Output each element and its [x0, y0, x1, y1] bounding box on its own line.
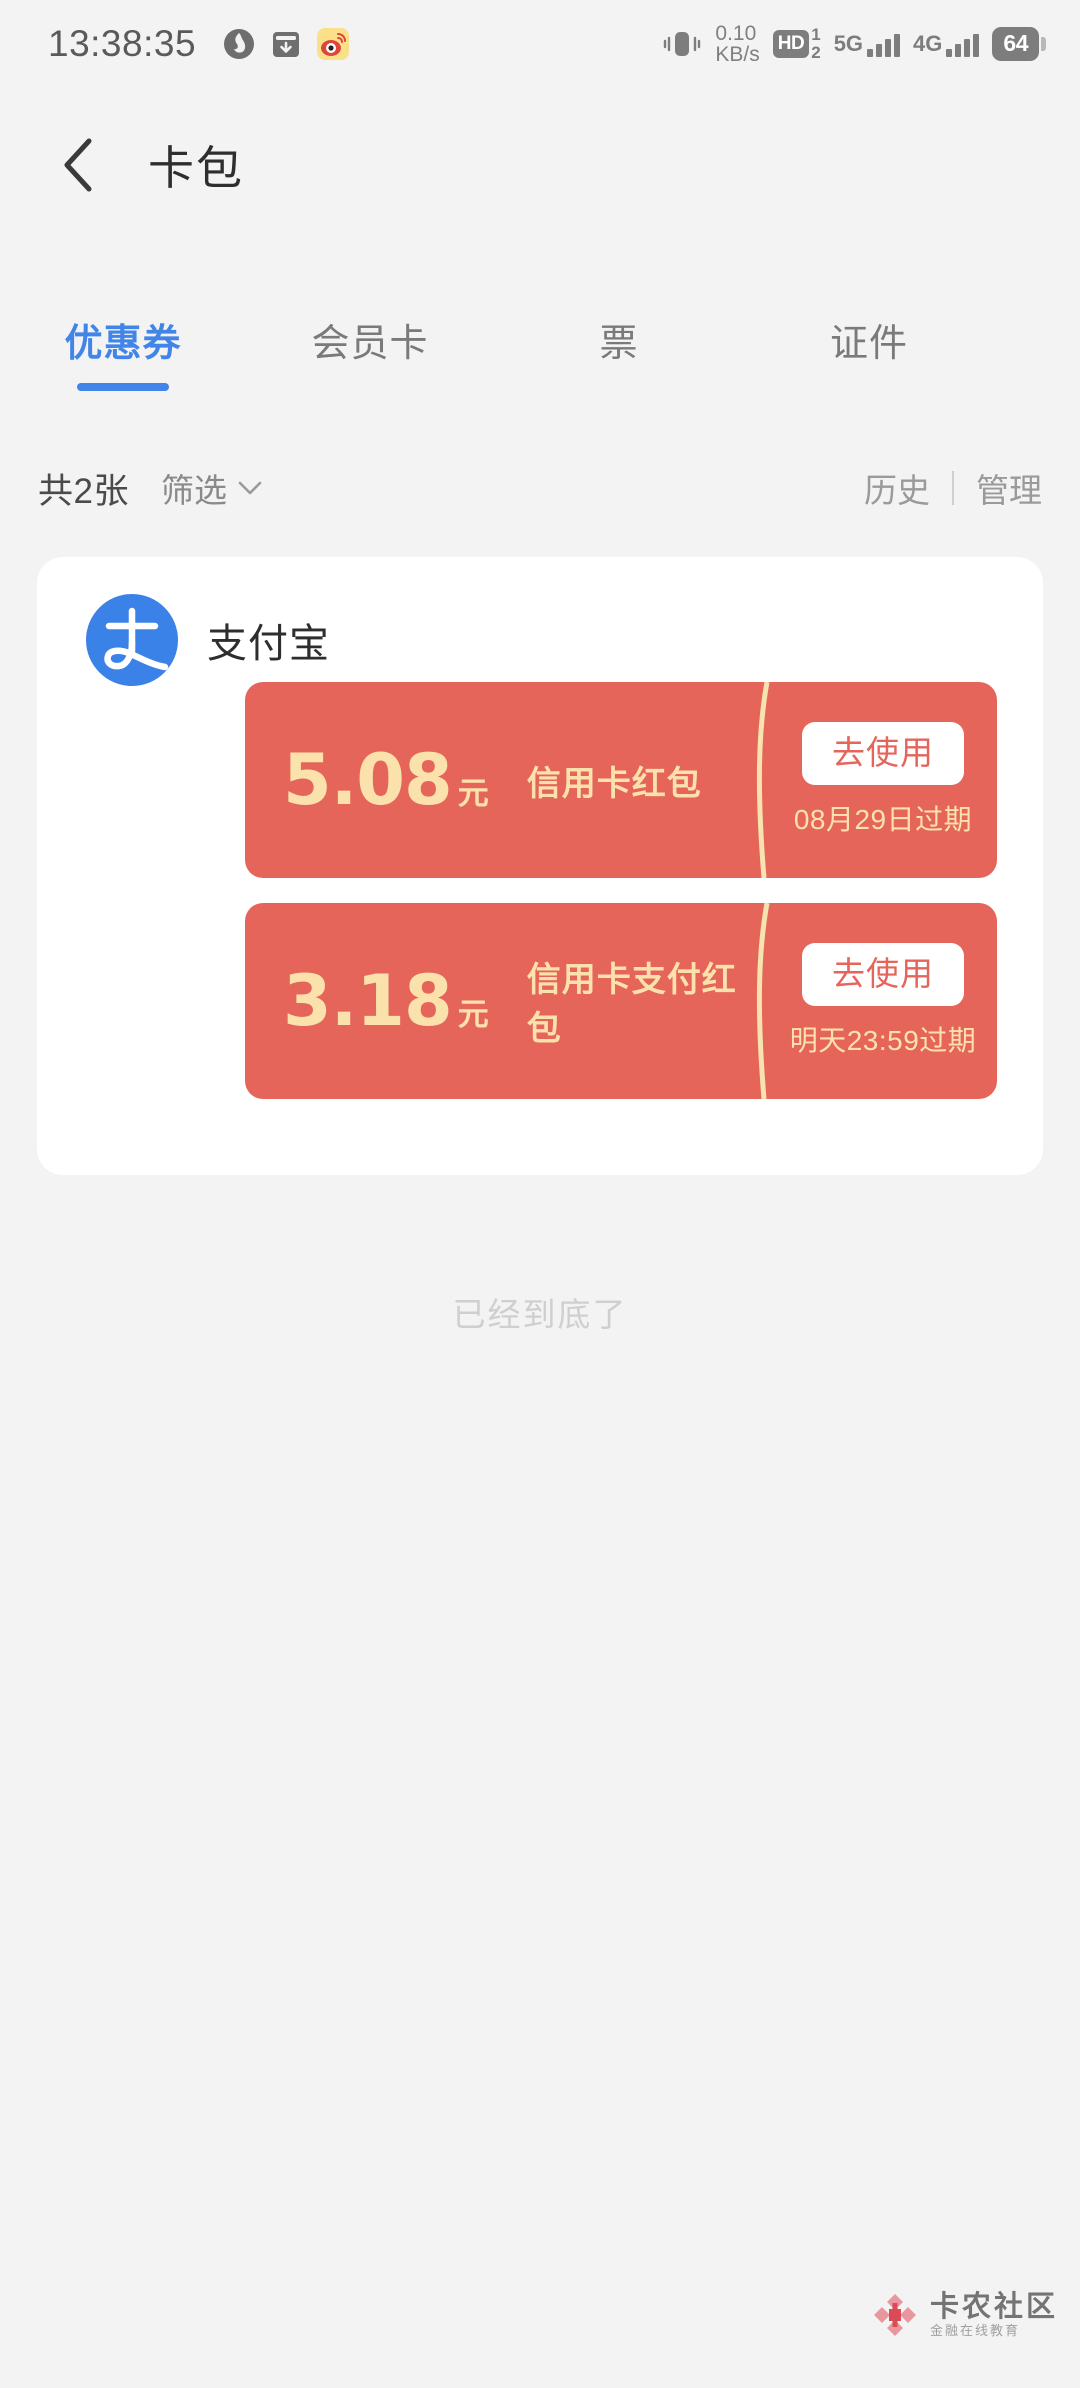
network-speed-value: 0.10 — [715, 21, 757, 45]
watermark-title: 卡农社区 — [929, 2291, 1058, 2324]
filter-label: 筛选 — [160, 472, 227, 509]
coupon-action-area: 去使用 08月29日过期 — [751, 682, 997, 878]
phone-screen: 13:38:35 0.10 KB/s HD 1 2 5G 4G 64 卡包 优惠… — [0, 0, 1080, 2388]
status-bar: 13:38:35 0.10 KB/s HD 1 2 5G 4G 64 — [0, 0, 1080, 88]
page-header: 卡包 — [0, 110, 1080, 220]
karong-flower-logo-icon — [873, 2294, 916, 2336]
coupon-expiry: 明天23:59过期 — [789, 1025, 977, 1056]
sim2-network-label: 4G — [913, 31, 943, 56]
coupon-amount-unit: 元 — [457, 997, 489, 1032]
sim1-network-label: 5G — [833, 31, 864, 56]
back-button[interactable] — [30, 135, 130, 195]
network-speed: 0.10 KB/s — [715, 21, 760, 66]
flame-app-icon — [224, 29, 255, 59]
status-app-icons — [222, 27, 350, 61]
tab-documents[interactable]: 证件 — [744, 300, 994, 367]
merchant-card-alipay: 支付宝 5.08 元 信用卡红包 去使用 08月29日过期 3.18 元 信用卡… — [37, 557, 1043, 1175]
coupon-amount: 5.08 — [283, 739, 453, 821]
chevron-down-icon — [238, 481, 262, 495]
watermark: 卡农社区 金融在线教育 — [870, 2290, 1058, 2340]
merchant-header: 支付宝 — [37, 557, 1043, 687]
sim2-signal: 4G — [913, 31, 980, 57]
status-bar-left: 13:38:35 — [48, 23, 350, 65]
hd-sim-bottom: 2 — [811, 43, 821, 62]
coupon-ticket[interactable]: 3.18 元 信用卡支付红包 去使用 明天23:59过期 — [245, 903, 997, 1099]
coupon-title: 信用卡支付红包 — [526, 961, 737, 1048]
coupon-expiry: 08月29日过期 — [793, 804, 973, 835]
action-separator — [952, 471, 954, 505]
weibo-app-icon — [317, 28, 350, 60]
status-bar-right: 0.10 KB/s HD 1 2 5G 4G 64 — [662, 21, 1046, 66]
filter-bar-actions: 历史 管理 — [864, 464, 1042, 512]
end-of-list-label: 已经到底了 — [452, 1296, 628, 1333]
tab-active-underline — [77, 383, 169, 391]
tab-tickets-label: 票 — [599, 323, 639, 365]
hd-voice-badge: HD 1 2 — [772, 26, 821, 62]
tab-coupons-label: 优惠券 — [64, 323, 182, 365]
coupon-amount-unit: 元 — [457, 776, 489, 811]
hd-label: HD — [772, 30, 810, 58]
merchant-name: 支付宝 — [207, 622, 330, 666]
filter-bar: 共2张 筛选 历史 管理 — [0, 452, 1080, 524]
manage-button[interactable]: 管理 — [976, 464, 1042, 512]
alipay-logo-icon — [86, 594, 178, 686]
chevron-left-icon — [64, 138, 92, 192]
coupon-count-label: 共2张 — [38, 471, 129, 511]
coupon-ticket[interactable]: 5.08 元 信用卡红包 去使用 08月29日过期 — [245, 682, 997, 878]
tab-membership-cards-label: 会员卡 — [311, 323, 429, 365]
coupon-list: 5.08 元 信用卡红包 去使用 08月29日过期 3.18 元 信用卡支付红包… — [245, 682, 997, 1099]
use-coupon-button[interactable]: 去使用 — [802, 722, 964, 785]
hd-sim-indicators: 1 2 — [811, 26, 820, 62]
coupon-amount: 3.18 — [283, 960, 453, 1042]
sim1-signal-bars — [867, 31, 901, 57]
category-tabs: 优惠券 会员卡 票 证件 — [0, 300, 1080, 418]
coupon-title: 信用卡红包 — [526, 764, 702, 803]
use-coupon-button[interactable]: 去使用 — [802, 943, 964, 1006]
sim1-signal: 5G — [833, 31, 901, 57]
sim2-signal-bars — [946, 31, 980, 57]
wallet-download-icon — [273, 32, 300, 57]
coupon-amount-wrap: 3.18 元 — [283, 960, 489, 1042]
history-button[interactable]: 历史 — [864, 464, 930, 512]
battery-level-text: 64 — [992, 27, 1039, 61]
coupon-amount-wrap: 5.08 元 — [283, 739, 489, 821]
vibrate-icon — [664, 32, 701, 56]
tab-documents-label: 证件 — [829, 323, 908, 365]
status-clock: 13:38:35 — [48, 23, 197, 64]
tab-membership-cards[interactable]: 会员卡 — [246, 300, 494, 367]
coupon-info: 3.18 元 信用卡支付红包 — [245, 903, 751, 1099]
battery-indicator: 64 — [992, 27, 1046, 61]
coupon-action-area: 去使用 明天23:59过期 — [751, 903, 997, 1099]
battery-tip — [1041, 37, 1046, 51]
network-speed-unit: KB/s — [715, 43, 760, 66]
watermark-text: 卡农社区 金融在线教育 — [930, 2291, 1058, 2338]
tab-coupons[interactable]: 优惠券 — [0, 300, 246, 391]
hd-sim-top: 1 — [811, 25, 821, 45]
watermark-subtitle: 金融在线教育 — [929, 2322, 1020, 2338]
coupon-info: 5.08 元 信用卡红包 — [245, 682, 751, 878]
tab-tickets[interactable]: 票 — [494, 300, 744, 367]
page-title: 卡包 — [148, 142, 244, 194]
filter-dropdown[interactable]: 筛选 — [161, 464, 263, 512]
